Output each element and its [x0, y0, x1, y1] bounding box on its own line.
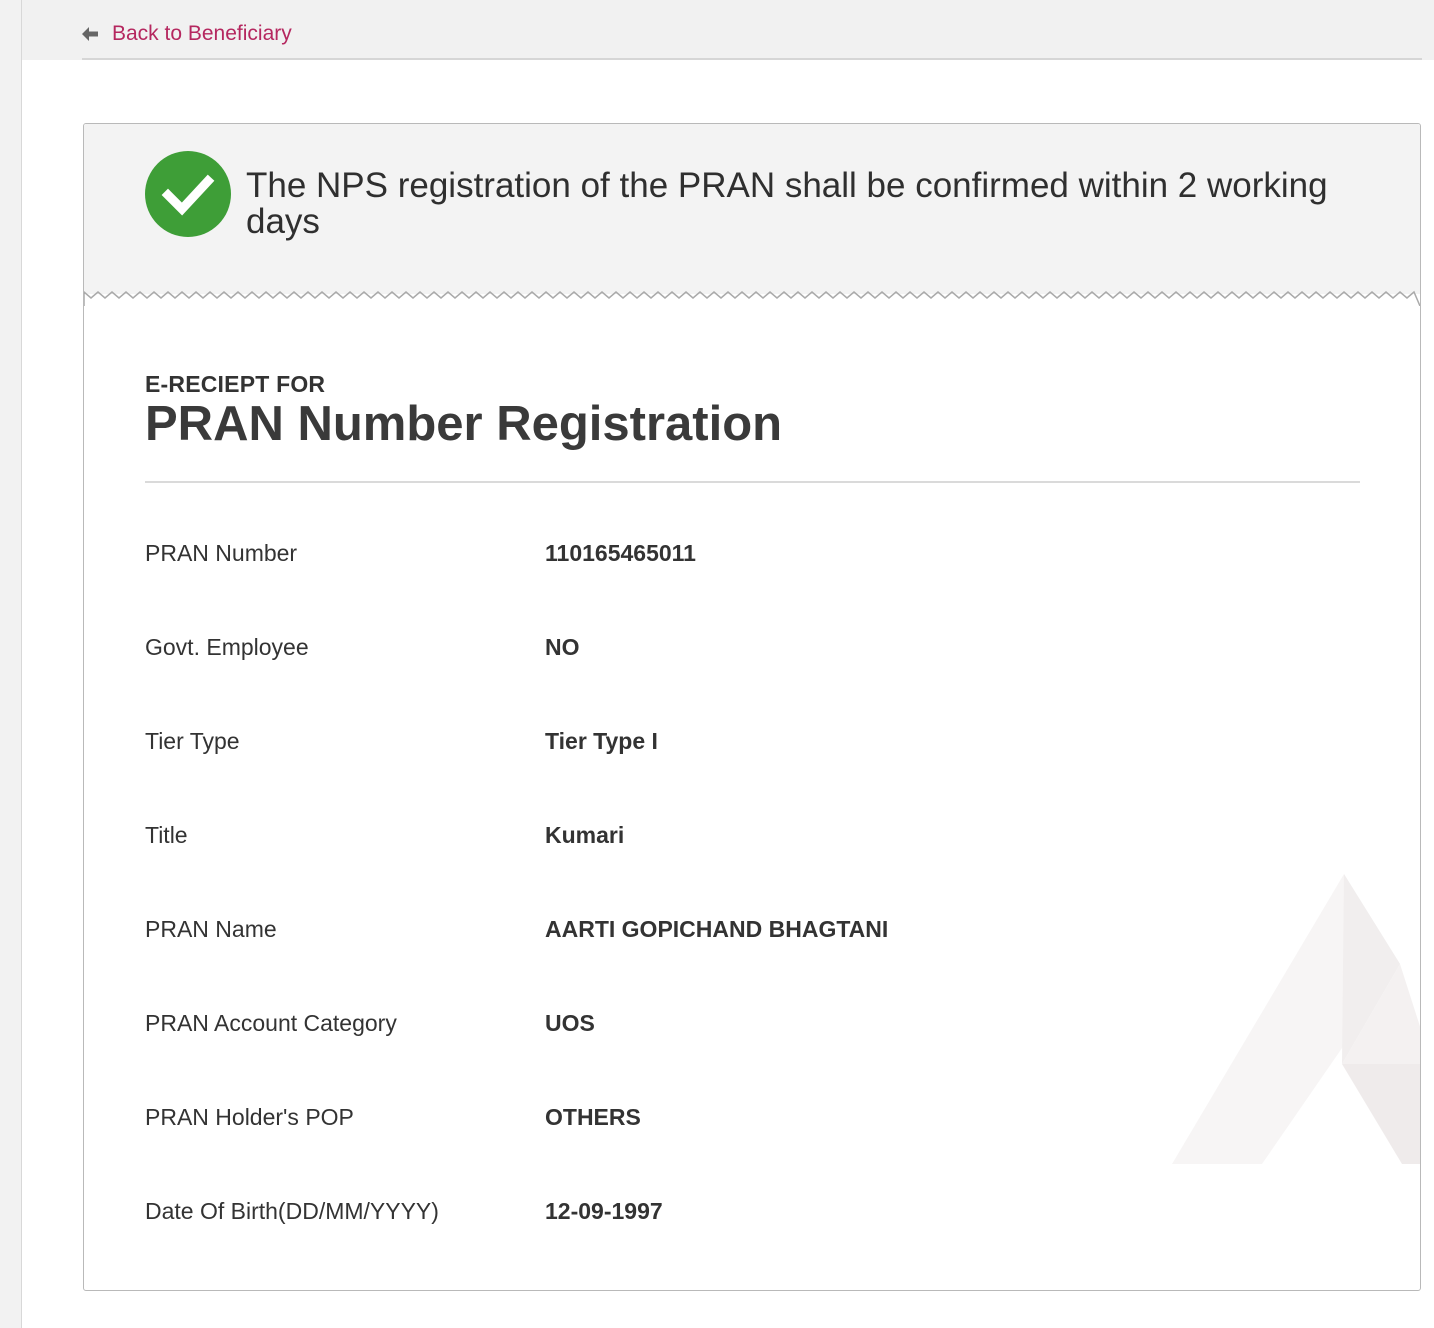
back-link-label: Back to Beneficiary	[112, 22, 292, 45]
field-row-pran-number: PRAN Number 110165465011	[145, 528, 1360, 622]
arrow-left-icon	[80, 24, 100, 44]
field-value: 12-09-1997	[545, 1198, 663, 1224]
confirmation-message: The NPS registration of the PRAN shall b…	[246, 166, 1328, 241]
field-value: Kumari	[545, 822, 625, 848]
title-divider	[145, 481, 1360, 483]
field-label: Title	[145, 822, 188, 848]
field-row-tier-type: Tier Type Tier Type I	[145, 716, 1360, 810]
field-value: 110165465011	[545, 540, 696, 566]
field-value: NO	[545, 634, 580, 660]
field-value: Tier Type I	[545, 728, 658, 754]
field-row-title: Title Kumari	[145, 810, 1360, 904]
receipt-fields: PRAN Number 110165465011 Govt. Employee …	[145, 528, 1360, 1280]
receipt-card: The NPS registration of the PRAN shall b…	[83, 123, 1421, 1291]
check-circle-icon	[145, 151, 231, 237]
field-label: PRAN Account Category	[145, 1010, 397, 1036]
field-row-pran-name: PRAN Name AARTI GOPICHAND BHAGTANI	[145, 904, 1360, 998]
field-label: Date Of Birth(DD/MM/YYYY)	[145, 1198, 439, 1224]
field-value: AARTI GOPICHAND BHAGTANI	[545, 916, 889, 942]
receipt-subheading: E-RECIEPT FOR	[145, 371, 326, 397]
field-label: Govt. Employee	[145, 634, 309, 660]
field-row-govt-employee: Govt. Employee NO	[145, 622, 1360, 716]
top-bar-divider	[82, 58, 1422, 60]
receipt-title: PRAN Number Registration	[145, 397, 783, 451]
field-label: PRAN Name	[145, 916, 277, 942]
back-to-beneficiary-link[interactable]: Back to Beneficiary	[80, 22, 292, 46]
zigzag-divider	[84, 286, 1420, 306]
left-rail	[0, 0, 22, 1328]
field-value: OTHERS	[545, 1104, 641, 1130]
field-row-date-of-birth: Date Of Birth(DD/MM/YYYY) 12-09-1997	[145, 1186, 1360, 1280]
field-row-holder-pop: PRAN Holder's POP OTHERS	[145, 1092, 1360, 1186]
field-value: UOS	[545, 1010, 595, 1036]
field-label: PRAN Holder's POP	[145, 1104, 354, 1130]
field-label: PRAN Number	[145, 540, 298, 566]
field-label: Tier Type	[145, 728, 240, 754]
field-row-account-category: PRAN Account Category UOS	[145, 998, 1360, 1092]
